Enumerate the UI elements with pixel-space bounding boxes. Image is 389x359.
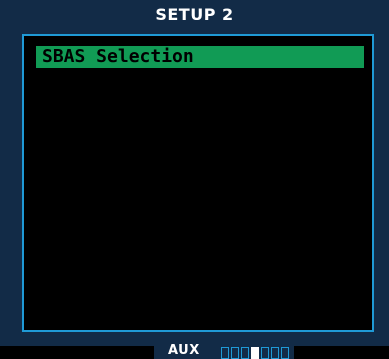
page-indicator-box xyxy=(261,347,269,359)
menu-item-sbas-selection[interactable]: SBAS Selection xyxy=(36,46,364,68)
display-screen: SETUP 2 SBAS Selection AUX xyxy=(0,0,389,359)
page-indicator-box xyxy=(271,347,279,359)
page-title: SETUP 2 xyxy=(155,5,234,24)
page-indicator-box xyxy=(221,347,229,359)
page-indicator-box xyxy=(231,347,239,359)
page-indicator-box xyxy=(241,347,249,359)
page-indicator-box xyxy=(281,347,289,359)
page-indicator-active xyxy=(251,347,259,359)
footer-left-bar xyxy=(0,346,154,359)
setup-menu-panel: SBAS Selection xyxy=(22,34,374,332)
footer-right-bar xyxy=(294,346,389,359)
page-group-label: AUX xyxy=(168,343,200,358)
page-indicator xyxy=(221,347,289,359)
